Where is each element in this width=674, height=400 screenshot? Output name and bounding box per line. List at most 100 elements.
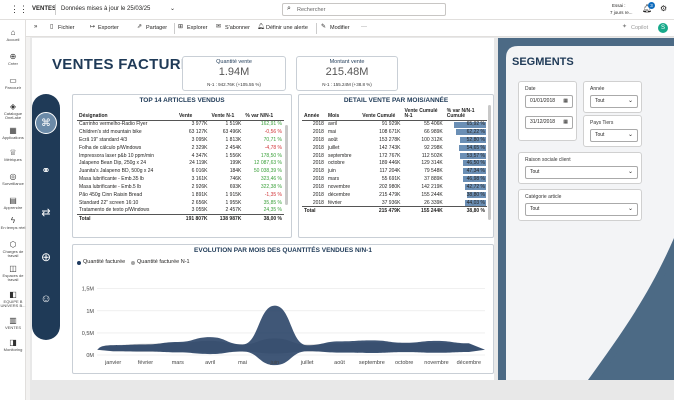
raison-slicer[interactable]: Raison sociale client Tout ⌄ (518, 152, 642, 184)
column-header[interactable]: Vente N-1 (209, 104, 244, 121)
column-header[interactable]: Vente Cumulé (360, 104, 403, 121)
rail-item-13[interactable]: ◨ Monitoring (0, 338, 26, 352)
settings-icon[interactable]: ⚙ (660, 4, 667, 13)
table-row[interactable]: 2018 avril 91 929K 55 406K 65,92 % (302, 120, 487, 128)
table-row[interactable]: Folha de cálculo p/Windows 2 329K 2 454K -4… (77, 144, 284, 152)
table-row[interactable]: 2018 février 37 936K 26 339K 44,03 % (302, 199, 487, 207)
expand-icon[interactable]: » (34, 24, 37, 30)
copilot-button[interactable]: Copilot (631, 25, 648, 31)
table-row[interactable]: Masa lubrificante - Emb.35 lb 3 161K 746K 3… (77, 175, 284, 183)
table-header-row: Désignation Vente Vente N-1% var N/N-1 (77, 104, 284, 121)
modifier-button[interactable]: Modifier (330, 25, 350, 31)
pays-label: Pays Tiers (590, 120, 614, 126)
column-header[interactable]: Année (302, 104, 326, 121)
table-row[interactable]: 2018 mars 55 691K 37 889K 46,98 % (302, 175, 487, 183)
column-header[interactable]: Vente (177, 104, 210, 121)
kpi-card-quantite[interactable]: Quantité vente 1.94M N-1 : 942.76K (+105… (182, 56, 286, 91)
fichier-menu[interactable]: Fichier (58, 25, 75, 31)
table-row[interactable]: Carrinho vermelho-Radio Flyer 3 977K 1 519… (77, 120, 284, 128)
table-row[interactable]: Children's std mountain bike 63 127K 63 49… (77, 128, 284, 136)
rail-item-1[interactable]: ⊕ Créer (0, 52, 26, 66)
table-cell: 79 548K (424, 168, 443, 175)
annee-slicer[interactable]: Année Tout ⌄ (583, 81, 642, 113)
categorie-slicer[interactable]: Catégorie article Tout ⌄ (518, 189, 642, 221)
nav-button-people[interactable]: ☺ (37, 290, 55, 308)
abonner-button[interactable]: S'abonner (225, 25, 250, 31)
rail-item-9[interactable]: ⬡ Charges de travail (0, 240, 26, 258)
column-header[interactable]: % var N/N-1 Cumulé (444, 104, 487, 121)
explorer-button[interactable]: Explorer (187, 25, 207, 31)
column-header[interactable]: Mois (325, 104, 361, 121)
column-header[interactable]: Vente Cumulé N-1 (402, 104, 445, 121)
table-row[interactable]: Jalapeno Bean Dip, 250g x 24 24 119K 199K 1… (77, 159, 284, 167)
annee-dropdown[interactable]: Tout ⌄ (590, 95, 638, 108)
teal-app-icon[interactable]: S (658, 23, 668, 33)
rail-item-5[interactable]: ♕ Métriques (0, 148, 26, 162)
date-to-input[interactable]: 31/12/2018 ▦ (525, 116, 573, 129)
nav-button-transfer[interactable]: ⇄ (37, 204, 55, 222)
table-row[interactable]: Juanita's Jalapeno BD, 500g x 24 6 016K 18… (77, 167, 284, 175)
table-row[interactable]: 2018 juin 117 204K 79 548K 47,34 % (302, 167, 487, 175)
table-cell: mai (327, 128, 337, 135)
rail-item-4[interactable]: ▦ Applications (0, 126, 26, 140)
exporter-menu[interactable]: Exporter (98, 25, 119, 31)
workspace-b-icon: ◧ (9, 290, 17, 299)
top-articles-visual[interactable]: TOP 14 ARTICLES VENDUS Désignation Vente V… (72, 94, 292, 238)
table-total-row: Total 191 807K 138 987K 38,00 % (77, 214, 284, 223)
date-slicer[interactable]: Date 01/01/2018 ▦ 31/12/2018 ▦ (518, 81, 577, 141)
table-cell: Standard 22" screen 16:10 (79, 199, 139, 206)
column-header[interactable]: Désignation (77, 104, 177, 121)
partager-button[interactable]: Partager (146, 25, 167, 31)
data-updated-label[interactable]: Données mises à jour le 25/03/25 (61, 6, 150, 12)
raison-dropdown[interactable]: Tout ⌄ (525, 166, 638, 179)
table-row[interactable]: Pão 450g Cinn Raisin Bread 1 891K 1 915K -1… (77, 191, 284, 199)
rail-item-12[interactable]: ▥ VENTES (0, 316, 26, 330)
scrollbar[interactable] (285, 125, 288, 205)
table-cell: 1 519K (225, 121, 242, 128)
table-row[interactable]: Masa lubrificante - Emb.5 lb 2 926K 693K 32… (77, 183, 284, 191)
table-row[interactable]: 2018 mai 108 671K 66 989K 62,22 % (302, 128, 487, 136)
more-options-icon[interactable]: ··· (361, 24, 367, 30)
evolution-chart-visual[interactable]: EVOLUTION PAR MOIS DES QUANTITÉS VENDUES… (72, 244, 494, 374)
table-cell: mars (327, 176, 340, 183)
table-row[interactable]: 2018 décembre 215 479K 155 244K 38,80 % (302, 191, 487, 199)
chevron-down-icon[interactable]: ⌄ (170, 5, 175, 12)
nav-button-analytics[interactable]: ⌘ (35, 112, 57, 134)
pays-slicer[interactable]: Pays Tiers Tout ⌄ (583, 115, 642, 147)
search-box[interactable]: ⌕ Rechercher (282, 3, 446, 16)
nav-button-handshake[interactable]: ⚭ (37, 162, 55, 180)
table-row[interactable]: Tratamento de texto p/Windows 3 055K 2 457… (77, 207, 284, 215)
trial-line-1[interactable]: Essai : (612, 3, 626, 8)
rail-item-11[interactable]: ◧ EQUIPE B UNIVERS B... (0, 290, 26, 308)
table-cell: 26 339K (424, 199, 443, 206)
table-row[interactable]: Ecrã 19" standard 4/3 3 095K 1 813K 70,71 % (77, 136, 284, 144)
date-from-input[interactable]: 01/01/2018 ▦ (525, 95, 573, 108)
rail-item-6[interactable]: ◎ Surveillance (0, 172, 26, 186)
rail-item-8[interactable]: ϟ En temps réel (0, 216, 26, 230)
search-input[interactable]: Rechercher (297, 7, 325, 13)
rail-item-3[interactable]: ◈ Catalogue OneLake (0, 102, 26, 120)
table-row[interactable]: Standard 22" screen 16:10 2 656K 1 955K 35,… (77, 199, 284, 207)
alerte-button[interactable]: Définir une alerte (266, 25, 308, 31)
rail-item-10[interactable]: ◫ Espaces de travail (0, 264, 26, 282)
kpi-card-montant[interactable]: Montant vente 215.48M N-1 : 155.24M (+38… (296, 56, 398, 91)
rail-item-0[interactable]: ⌂ Accueil (0, 28, 26, 42)
detail-visual[interactable]: DETAIL VENTE PAR MOIS/ANNÉE Année Mois Ven… (298, 94, 494, 238)
column-header[interactable]: % var N/N-1 (243, 104, 284, 121)
table-row[interactable]: 2018 juillet 142 743K 92 298K 54,65 % (302, 144, 487, 152)
categorie-dropdown[interactable]: Tout ⌄ (525, 203, 638, 216)
trial-line-2[interactable]: 7 jours re... (610, 10, 633, 15)
table-row[interactable]: 2018 octobre 189 446K 129 314K 46,50 % (302, 159, 487, 167)
table-row[interactable]: 2018 novembre 202 980K 142 219K 42,72 % (302, 183, 487, 191)
table-row[interactable]: Impressora laser p&b 10 ppm/min 4 347K 1 5… (77, 152, 284, 160)
rail-item-7[interactable]: ▤ Apprendre (0, 196, 26, 210)
nav-button-globe[interactable]: ⊕ (37, 248, 55, 266)
table-cell: -0,56 % (264, 128, 282, 135)
app-name[interactable]: VENTES (32, 6, 56, 12)
rail-item-2[interactable]: ▭ Parcourir (0, 76, 26, 90)
app-launcher-icon[interactable]: ⋮⋮ (10, 5, 28, 14)
table-row[interactable]: 2018 septembre 172 767K 112 502K 53,57 % (302, 152, 487, 160)
pays-dropdown[interactable]: Tout ⌄ (590, 129, 638, 142)
scrollbar[interactable] (488, 105, 491, 220)
table-row[interactable]: 2018 août 153 278K 100 312K 52,80 % (302, 136, 487, 144)
